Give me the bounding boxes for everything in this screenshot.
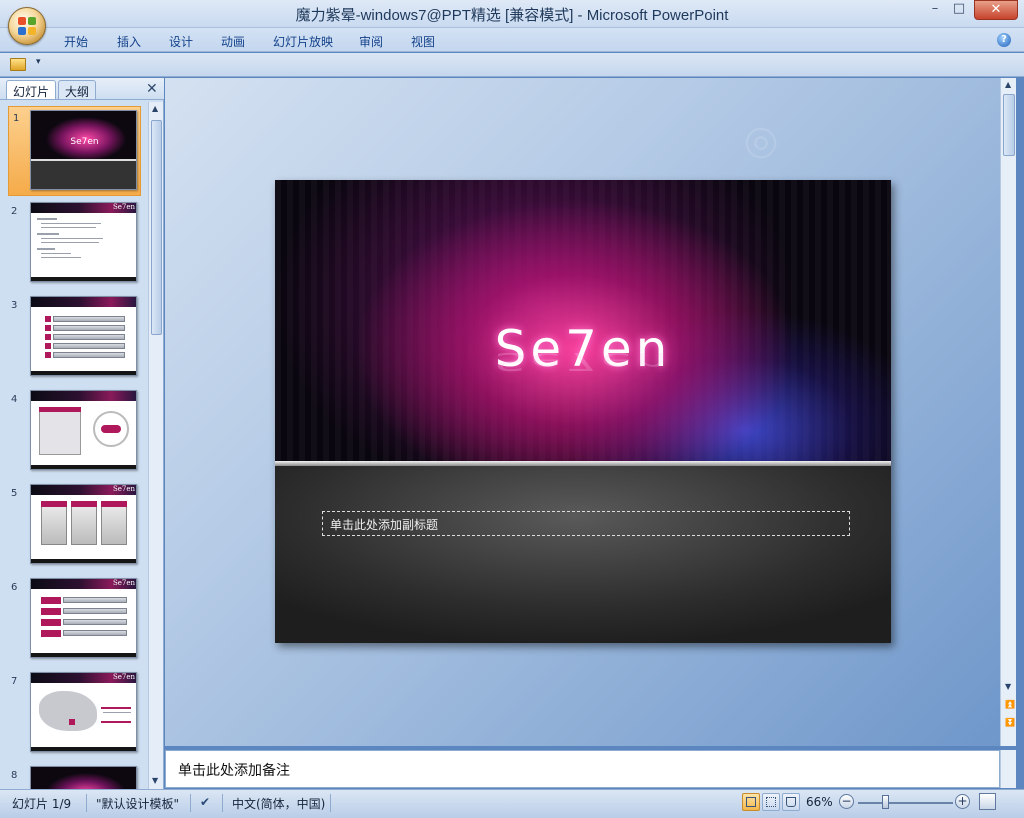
office-logo-icon bbox=[18, 17, 36, 35]
slide-thumbnails: 1 Se7en 2 Se7en 3 4 5 Se7en 6 Se7en 7 Se… bbox=[0, 102, 148, 789]
next-slide-icon[interactable]: ⏬ bbox=[1005, 718, 1015, 727]
slide-show-button[interactable] bbox=[782, 793, 800, 811]
vertical-scrollbar[interactable]: ▲ ▼ ⏫ ⏬ bbox=[1000, 78, 1016, 746]
tab-review[interactable]: 审阅 bbox=[359, 33, 383, 50]
normal-view-icon bbox=[746, 797, 756, 807]
slides-pane: 幻灯片 大纲 ✕ 1 Se7en 2 Se7en 3 4 5 Se7en 6 S… bbox=[0, 78, 164, 789]
slide-thumbnail-5[interactable]: 5 Se7en bbox=[0, 482, 148, 572]
tab-slide-show[interactable]: 幻灯片放映 bbox=[273, 33, 333, 50]
help-icon[interactable]: ? bbox=[997, 33, 1011, 47]
maximize-button[interactable]: □ bbox=[948, 0, 970, 20]
title-bar: 魔力紫晕-windows7@PPT精选 [兼容模式] - Microsoft P… bbox=[0, 0, 1024, 28]
slide-editing-area: ◎ ◎ Se7en Se7en 单击此处添加副标题 bbox=[165, 78, 1000, 746]
slide-sorter-icon bbox=[766, 797, 776, 807]
scroll-up-icon[interactable]: ▲ bbox=[1005, 80, 1011, 89]
slide-thumbnail-6[interactable]: 6 Se7en bbox=[0, 576, 148, 666]
tab-insert[interactable]: 插入 bbox=[117, 33, 141, 50]
fit-to-window-icon[interactable] bbox=[979, 793, 996, 810]
scroll-down-icon[interactable]: ▼ bbox=[1005, 682, 1011, 691]
subtitle-placeholder[interactable]: 单击此处添加副标题 bbox=[322, 511, 850, 536]
status-bar: 幻灯片 1/9 "默认设计模板" ✔ 中文(简体，中国) 66% − + bbox=[0, 789, 1024, 818]
zoom-slider-thumb[interactable] bbox=[882, 795, 889, 809]
tab-animations[interactable]: 动画 bbox=[221, 33, 245, 50]
pane-tabs: 幻灯片 大纲 ✕ bbox=[0, 78, 164, 100]
open-folder-icon[interactable] bbox=[10, 58, 26, 71]
thumbnail-scrollbar[interactable]: ▲ ▼ bbox=[148, 102, 163, 789]
tab-design[interactable]: 设计 bbox=[169, 33, 193, 50]
close-button[interactable]: ✕ bbox=[974, 0, 1018, 20]
normal-view-button[interactable] bbox=[742, 793, 760, 811]
slide-sorter-view-button[interactable] bbox=[762, 793, 780, 811]
tab-slides[interactable]: 幻灯片 bbox=[6, 80, 57, 99]
pane-close-icon[interactable]: ✕ bbox=[146, 81, 158, 97]
slide-counter: 幻灯片 1/9 bbox=[12, 797, 72, 811]
previous-slide-icon[interactable]: ⏫ bbox=[1005, 700, 1015, 709]
minimize-button[interactable]: – bbox=[924, 0, 946, 20]
slide-thumbnail-8[interactable]: 8 bbox=[0, 764, 148, 789]
slide-thumbnail-7[interactable]: 7 Se7en bbox=[0, 670, 148, 760]
language-indicator[interactable]: 中文(简体，中国) bbox=[232, 795, 325, 812]
quick-access-toolbar: ▾ bbox=[0, 53, 1024, 77]
zoom-in-button[interactable]: + bbox=[955, 794, 970, 809]
customize-toolbar-dropdown[interactable]: ▾ bbox=[36, 57, 41, 67]
tab-view[interactable]: 视图 bbox=[411, 33, 435, 50]
slide-bottom-panel bbox=[275, 466, 891, 643]
window-title: 魔力紫晕-windows7@PPT精选 [兼容模式] - Microsoft P… bbox=[295, 7, 729, 24]
notes-scrollbar[interactable] bbox=[1000, 750, 1016, 788]
thumb-background bbox=[31, 111, 136, 159]
scroll-thumb[interactable] bbox=[1003, 94, 1015, 156]
theme-name: "默认设计模板" bbox=[96, 797, 180, 811]
scroll-down-icon[interactable]: ▼ bbox=[152, 776, 158, 785]
spell-check-icon[interactable]: ✔ bbox=[200, 795, 210, 809]
thumb-logo: Se7en bbox=[70, 137, 99, 147]
slide-show-icon bbox=[786, 797, 796, 807]
slide-logo-reflection: Se7en bbox=[494, 347, 672, 376]
notes-pane[interactable]: 单击此处添加备注 bbox=[165, 750, 1000, 788]
tab-outline[interactable]: 大纲 bbox=[58, 80, 97, 99]
scroll-thumb[interactable] bbox=[151, 120, 162, 335]
office-button[interactable] bbox=[8, 7, 46, 45]
slide-thumbnail-3[interactable]: 3 bbox=[0, 294, 148, 384]
ribbon-tabs: 开始 插入 设计 动画 幻灯片放映 审阅 视图 bbox=[0, 28, 1024, 52]
current-slide[interactable]: Se7en Se7en 单击此处添加副标题 bbox=[275, 180, 891, 643]
slide-thumbnail-1[interactable]: 1 Se7en bbox=[8, 106, 141, 196]
zoom-out-button[interactable]: − bbox=[839, 794, 854, 809]
zoom-level[interactable]: 66% bbox=[806, 795, 833, 809]
zoom-slider[interactable] bbox=[858, 802, 953, 804]
slide-thumbnail-2[interactable]: 2 Se7en bbox=[0, 200, 148, 290]
scroll-up-icon[interactable]: ▲ bbox=[152, 104, 158, 113]
slide-thumbnail-4[interactable]: 4 bbox=[0, 388, 148, 478]
tab-home[interactable]: 开始 bbox=[64, 33, 88, 50]
